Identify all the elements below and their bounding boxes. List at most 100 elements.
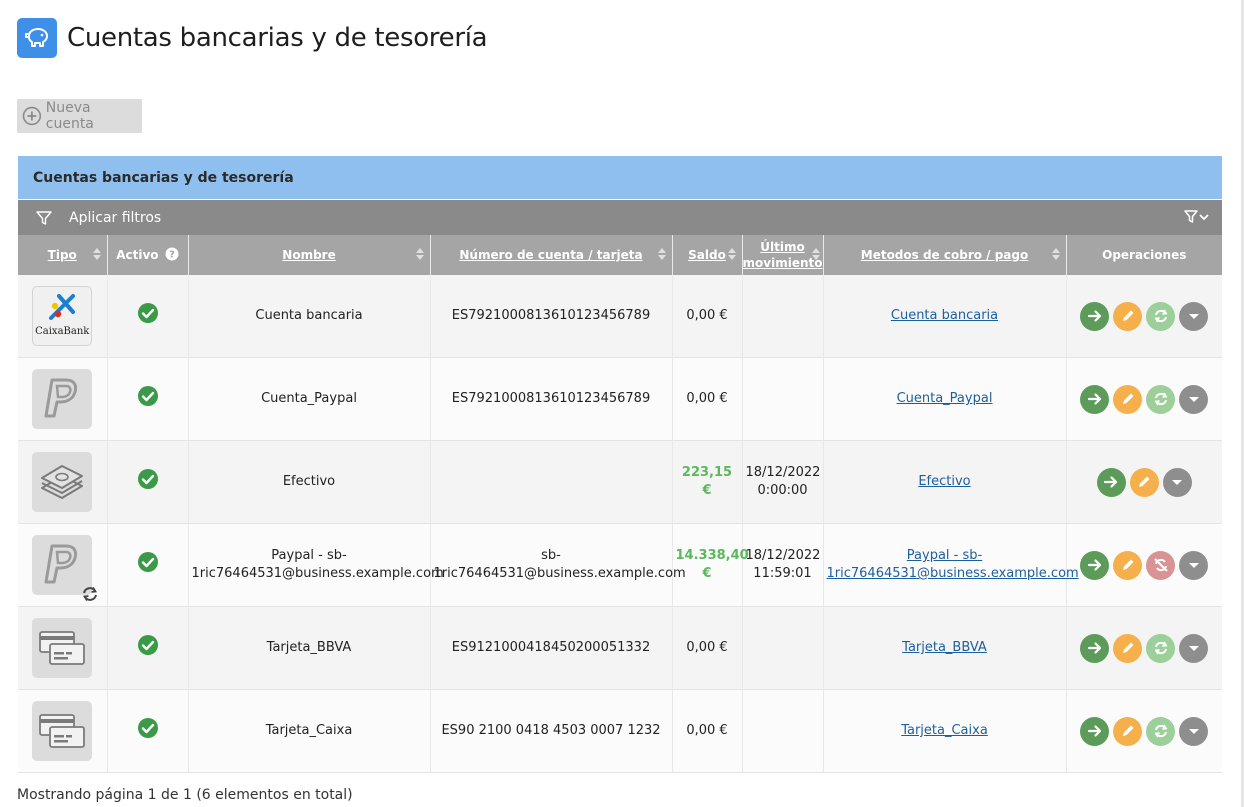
cell-numero: ES90 2100 0418 4503 0007 1232 — [430, 689, 673, 773]
more-options-button[interactable] — [1179, 384, 1209, 414]
cell-nombre: Tarjeta_Caixa — [188, 689, 431, 773]
more-options-button[interactable] — [1179, 550, 1209, 580]
header-ultimo-movimiento[interactable]: Último movimiento — [742, 235, 824, 275]
logo-text: CaixaBank — [35, 325, 90, 337]
sort-icon — [811, 248, 820, 262]
sync-button[interactable] — [1146, 384, 1176, 414]
page-header: Cuentas bancarias y de tesorería — [17, 18, 488, 58]
go-button[interactable] — [1096, 467, 1126, 497]
saldo-value: 0,00 € — [686, 723, 728, 738]
operations-group — [1070, 550, 1220, 580]
table-row: CaixaBank Cuenta bancaria ES792100081361… — [18, 275, 1222, 358]
header-operaciones: Operaciones — [1066, 235, 1222, 275]
accounts-panel: Cuentas bancarias y de tesorería Aplicar… — [18, 156, 1222, 773]
metodo-link[interactable]: Cuenta bancaria — [891, 308, 998, 323]
cell-activo — [107, 357, 189, 441]
cell-numero: sb-1ric76464531@business.example.com — [430, 523, 686, 607]
sync-status-icon — [83, 587, 98, 601]
header-metodos[interactable]: Metodos de cobro / pago — [823, 235, 1067, 275]
cell-ultimo-movimiento — [742, 357, 824, 441]
piggy-bank-icon — [17, 18, 57, 58]
new-account-button[interactable]: Nueva cuenta — [17, 99, 142, 133]
credit-card-icon — [32, 701, 93, 761]
operations-group — [1070, 467, 1220, 497]
header-saldo[interactable]: Saldo — [672, 235, 743, 275]
cell-saldo: 0,00 € — [672, 275, 743, 358]
paypal-icon — [32, 369, 93, 429]
cell-activo — [107, 689, 189, 773]
filter-label: Aplicar filtros — [69, 209, 162, 226]
sync-button[interactable] — [1146, 633, 1176, 663]
cell-activo — [107, 523, 189, 607]
cell-activo — [107, 606, 189, 690]
header-tipo[interactable]: Tipo — [18, 235, 108, 275]
more-options-button[interactable] — [1162, 467, 1192, 497]
go-button[interactable] — [1080, 633, 1110, 663]
edit-button[interactable] — [1113, 716, 1143, 746]
metodo-link[interactable]: Cuenta_Paypal — [897, 391, 993, 406]
check-circle-icon — [137, 386, 158, 406]
metodo-link[interactable]: Tarjeta_BBVA — [902, 640, 987, 655]
cell-saldo: 223,15 € — [672, 440, 743, 524]
cell-operaciones — [1066, 523, 1222, 607]
cell-numero: ES9121000418450200051332 — [430, 606, 673, 690]
sync-button[interactable] — [1146, 301, 1176, 331]
cell-tipo — [18, 606, 108, 690]
sync-disabled-button[interactable] — [1146, 550, 1176, 580]
table-header-row: Tipo Activo ? Nombre Número de cuenta / … — [18, 235, 1222, 275]
svg-text:?: ? — [169, 250, 175, 261]
metodo-link[interactable]: Paypal - sb-1ric76464531@business.exampl… — [827, 548, 1079, 581]
edit-button[interactable] — [1129, 467, 1159, 497]
cell-metodo: Cuenta bancaria — [823, 275, 1067, 358]
go-button[interactable] — [1080, 716, 1110, 746]
edit-button[interactable] — [1113, 633, 1143, 663]
edit-button[interactable] — [1113, 301, 1143, 331]
go-button[interactable] — [1080, 384, 1110, 414]
cell-nombre: Cuenta_Paypal — [188, 357, 431, 441]
panel-title: Cuentas bancarias y de tesorería — [18, 156, 1222, 199]
saldo-value: 0,00 € — [686, 308, 728, 323]
saldo-value: 14.338,40 € — [675, 548, 749, 581]
sort-icon — [92, 248, 101, 262]
header-numero[interactable]: Número de cuenta / tarjeta — [430, 235, 673, 275]
cell-operaciones — [1066, 689, 1222, 773]
more-options-button[interactable] — [1179, 301, 1209, 331]
metodo-link[interactable]: Efectivo — [918, 474, 970, 489]
filter-bar[interactable]: Aplicar filtros — [18, 200, 1222, 235]
saldo-value: 0,00 € — [686, 391, 728, 406]
cell-ultimo-movimiento — [742, 606, 824, 690]
cell-nombre: Tarjeta_BBVA — [188, 606, 431, 690]
ultimo-hora: 0:00:00 — [757, 483, 808, 498]
cell-metodo: Efectivo — [823, 440, 1067, 524]
go-button[interactable] — [1080, 301, 1110, 331]
metodo-link[interactable]: Tarjeta_Caixa — [901, 723, 988, 738]
pagination-info: Mostrando página 1 de 1 (6 elementos en … — [17, 787, 353, 803]
cell-nombre: Paypal - sb-1ric76464531@business.exampl… — [188, 523, 444, 607]
edit-button[interactable] — [1113, 550, 1143, 580]
sort-icon — [727, 248, 736, 262]
help-icon[interactable]: ? — [165, 247, 179, 261]
sync-button[interactable] — [1146, 716, 1176, 746]
cell-saldo: 0,00 € — [672, 357, 743, 441]
cell-numero — [430, 440, 673, 524]
table-row: Tarjeta_BBVA ES9121000418450200051332 0,… — [18, 606, 1222, 690]
cell-activo — [107, 275, 189, 358]
go-button[interactable] — [1080, 550, 1110, 580]
cell-tipo — [18, 523, 108, 607]
check-circle-icon — [137, 718, 158, 738]
header-nombre[interactable]: Nombre — [188, 235, 431, 275]
more-options-button[interactable] — [1179, 716, 1209, 746]
cell-tipo: CaixaBank — [18, 275, 108, 358]
edit-button[interactable] — [1113, 384, 1143, 414]
cell-saldo: 0,00 € — [672, 606, 743, 690]
more-options-button[interactable] — [1179, 633, 1209, 663]
cell-activo — [107, 440, 189, 524]
page-title: Cuentas bancarias y de tesorería — [67, 23, 488, 53]
cash-icon — [32, 452, 93, 512]
ultimo-hora: 11:59:01 — [753, 566, 812, 581]
filter-toggle[interactable] — [1184, 209, 1212, 225]
cell-tipo — [18, 689, 108, 773]
sort-icon — [657, 248, 666, 262]
caixabank-logo: CaixaBank — [32, 286, 93, 346]
accounts-table: Tipo Activo ? Nombre Número de cuenta / … — [18, 235, 1222, 773]
